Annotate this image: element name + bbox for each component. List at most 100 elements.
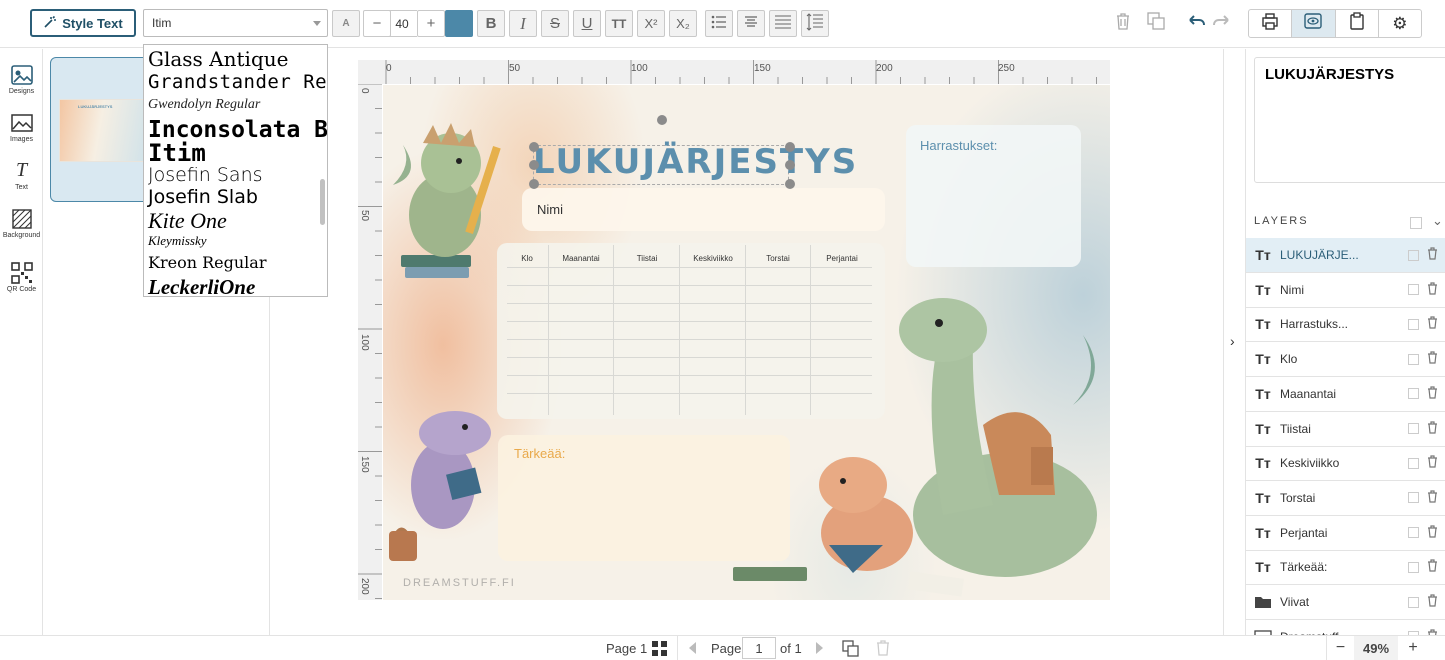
- document-title[interactable]: LUKUJÄRJESTYS: [533, 142, 856, 182]
- underline-button[interactable]: U: [573, 10, 601, 37]
- next-page-icon[interactable]: [812, 636, 828, 660]
- zoom-level[interactable]: 49%: [1354, 636, 1398, 660]
- uppercase-button[interactable]: TT: [605, 10, 633, 37]
- important-box[interactable]: Tärkeää:: [498, 435, 790, 561]
- resize-handle[interactable]: [529, 142, 539, 152]
- font-option[interactable]: Kreon Regular: [148, 253, 266, 272]
- layer-delete-icon[interactable]: [1427, 420, 1438, 437]
- layer-delete-icon[interactable]: [1427, 594, 1438, 610]
- layer-item[interactable]: Tт Perjantai: [1246, 516, 1445, 551]
- italic-button[interactable]: I: [509, 10, 537, 37]
- delete-page-icon[interactable]: [876, 636, 890, 660]
- font-option[interactable]: Itim: [148, 139, 206, 167]
- zoom-out-button[interactable]: −: [1326, 636, 1354, 660]
- layer-item[interactable]: Viivat: [1246, 585, 1445, 620]
- nav-images[interactable]: Images: [0, 103, 43, 151]
- font-size-increase-button[interactable]: +: [417, 10, 445, 37]
- text-color-swatch[interactable]: [445, 10, 473, 37]
- bold-button[interactable]: B: [477, 10, 505, 37]
- layer-item[interactable]: Tт Maanantai: [1246, 377, 1445, 412]
- layer-item[interactable]: Tт LUKUJÄRJE...: [1246, 238, 1445, 273]
- layer-duplicate-icon[interactable]: [1408, 561, 1419, 573]
- line-height-button[interactable]: [801, 10, 829, 37]
- style-text-button[interactable]: Style Text: [30, 9, 136, 37]
- align-center-button[interactable]: [737, 10, 765, 37]
- resize-handle[interactable]: [785, 179, 795, 189]
- layer-duplicate-icon[interactable]: [1408, 249, 1419, 261]
- rotate-handle[interactable]: [657, 115, 667, 125]
- font-option[interactable]: Gwendolyn Regular: [148, 97, 260, 113]
- layer-item[interactable]: Tт Klo: [1246, 342, 1445, 378]
- design-thumbnail[interactable]: LUKUJÄRJESTYS: [50, 57, 154, 202]
- font-option[interactable]: Kite One: [148, 208, 227, 234]
- layer-item[interactable]: Tт Torstai: [1246, 481, 1445, 516]
- layer-item[interactable]: Tт Tiistai: [1246, 412, 1445, 447]
- hobbies-box[interactable]: Harrastukset:: [906, 125, 1081, 267]
- undo-button[interactable]: [1184, 11, 1208, 35]
- font-option[interactable]: Glass Antique: [148, 47, 288, 71]
- duplicate-button[interactable]: [1144, 11, 1168, 35]
- nav-qr-code[interactable]: QR Code: [0, 253, 43, 301]
- nav-background[interactable]: Background: [0, 199, 43, 247]
- layer-delete-icon[interactable]: [1427, 351, 1438, 367]
- layer-duplicate-icon[interactable]: [1408, 423, 1419, 434]
- zoom-in-button[interactable]: +: [1400, 636, 1426, 660]
- print-view-button[interactable]: [1249, 10, 1293, 37]
- layer-delete-icon[interactable]: [1427, 247, 1438, 263]
- name-field-box[interactable]: Nimi: [522, 188, 885, 231]
- duplicate-page-icon[interactable]: [842, 636, 859, 660]
- layer-duplicate-icon[interactable]: [1408, 596, 1419, 608]
- layer-item[interactable]: Tт Keskiviikko: [1246, 446, 1445, 482]
- resize-handle[interactable]: [529, 179, 539, 189]
- add-layer-icon[interactable]: [1410, 217, 1422, 229]
- clipboard-button[interactable]: [1336, 10, 1379, 37]
- font-option[interactable]: Grandstander Regular: [148, 71, 327, 93]
- layer-item[interactable]: Tт Nimi: [1246, 273, 1445, 308]
- strikethrough-button[interactable]: S: [541, 10, 569, 37]
- subscript-button[interactable]: X₂: [669, 10, 697, 37]
- layer-delete-icon[interactable]: [1427, 386, 1438, 402]
- chevron-right-icon[interactable]: ›: [1230, 333, 1235, 349]
- font-option[interactable]: Josefin Sans: [148, 164, 263, 186]
- layer-delete-icon[interactable]: [1427, 455, 1438, 471]
- letter-spacing-button[interactable]: [769, 10, 797, 37]
- layer-duplicate-icon[interactable]: [1408, 318, 1419, 330]
- preview-button[interactable]: [1292, 10, 1336, 37]
- layer-delete-icon[interactable]: [1427, 316, 1438, 332]
- font-size-input[interactable]: 40: [387, 10, 417, 37]
- design-page[interactable]: Nimi Harrastukset: Klo Maanantai Tiistai…: [383, 85, 1110, 600]
- superscript-button[interactable]: X²: [637, 10, 665, 37]
- layer-duplicate-icon[interactable]: [1408, 388, 1419, 400]
- nav-text[interactable]: T Text: [0, 151, 43, 199]
- resize-handle[interactable]: [785, 160, 795, 170]
- text-content-preview[interactable]: LUKUJÄRJESTYS: [1254, 57, 1445, 183]
- layer-delete-icon[interactable]: [1427, 490, 1438, 506]
- delete-button[interactable]: [1111, 11, 1135, 35]
- layer-item[interactable]: Tт Tärkeää:: [1246, 550, 1445, 586]
- layer-delete-icon[interactable]: [1427, 282, 1438, 298]
- layer-item[interactable]: Tт Harrastuks...: [1246, 307, 1445, 343]
- prev-page-icon[interactable]: [677, 636, 705, 660]
- grid-view-icon[interactable]: [651, 636, 668, 660]
- resize-handle[interactable]: [785, 142, 795, 152]
- redo-button[interactable]: [1210, 11, 1234, 35]
- font-option[interactable]: Kleymissky: [148, 233, 206, 249]
- bullet-list-button[interactable]: [705, 10, 733, 37]
- text-case-button[interactable]: A: [332, 10, 360, 37]
- layer-duplicate-icon[interactable]: [1408, 457, 1419, 469]
- resize-handle[interactable]: [529, 160, 539, 170]
- layer-duplicate-icon[interactable]: [1408, 353, 1419, 365]
- dropdown-scrollbar[interactable]: [320, 179, 325, 225]
- font-family-select[interactable]: Itim: [143, 9, 328, 37]
- layer-duplicate-icon[interactable]: [1408, 492, 1419, 504]
- layer-duplicate-icon[interactable]: [1408, 527, 1419, 539]
- chevron-down-icon[interactable]: ⌄: [1432, 213, 1443, 229]
- settings-button[interactable]: ⚙: [1379, 10, 1421, 37]
- nav-designs[interactable]: Designs: [0, 55, 43, 103]
- layer-delete-icon[interactable]: [1427, 559, 1438, 575]
- layer-delete-icon[interactable]: [1427, 524, 1438, 541]
- page-number-input[interactable]: 1: [742, 637, 776, 659]
- font-option[interactable]: LeckerliOne: [148, 275, 255, 296]
- layer-duplicate-icon[interactable]: [1408, 284, 1419, 296]
- font-option[interactable]: Josefin Slab: [148, 186, 258, 208]
